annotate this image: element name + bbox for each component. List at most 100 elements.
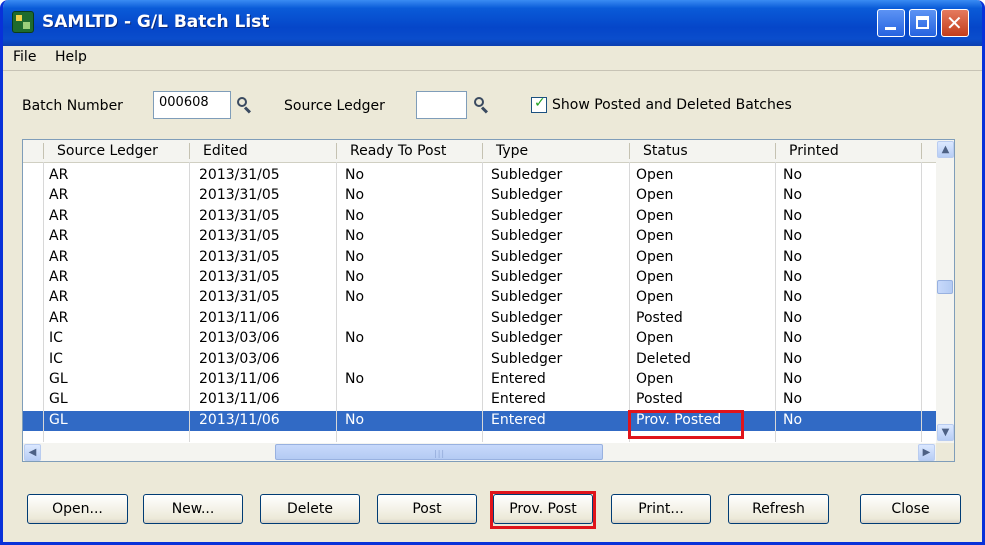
close-window-button[interactable]: ✕ xyxy=(941,9,969,37)
table-row[interactable]: AR 2013/31/05 No Subledger Open No xyxy=(23,186,936,206)
cell-status: Open xyxy=(636,289,674,306)
cell-printed: No xyxy=(783,167,803,183)
scroll-right-arrow-icon: ▶ xyxy=(922,447,931,458)
cell-ready-to-post: No xyxy=(345,411,365,428)
cell-ready-to-post: No xyxy=(345,289,365,306)
vertical-scroll-thumb[interactable] xyxy=(937,280,953,294)
cell-edited: 2013/31/05 xyxy=(199,207,280,224)
minimize-button[interactable] xyxy=(877,9,905,37)
grid-header: Source Ledger Edited Ready To Post Type … xyxy=(23,140,936,163)
cell-status: Open xyxy=(636,207,674,224)
horizontal-scroll-thumb[interactable]: ||| xyxy=(275,444,603,460)
maximize-button[interactable] xyxy=(909,9,937,37)
scroll-down-button[interactable]: ▼ xyxy=(937,424,954,441)
cell-status: Open xyxy=(636,187,674,204)
prov-post-highlight-box xyxy=(490,491,596,529)
show-posted-label[interactable]: Show Posted and Deleted Batches xyxy=(552,97,792,113)
table-row[interactable]: IC 2013/03/06 Subledger Deleted No xyxy=(23,350,936,370)
table-row[interactable]: IC 2013/03/06 No Subledger Open No xyxy=(23,329,936,349)
source-ledger-finder-icon[interactable] xyxy=(473,96,491,114)
cell-source-ledger: AR xyxy=(49,187,69,204)
cell-type: Subledger xyxy=(491,187,563,204)
cell-type: Subledger xyxy=(491,309,563,326)
column-header-type[interactable]: Type xyxy=(496,143,528,159)
close-icon: ✕ xyxy=(946,11,963,35)
table-row[interactable]: AR 2013/31/05 No Subledger Open No xyxy=(23,248,936,268)
print-button[interactable]: Print... xyxy=(611,494,711,524)
source-ledger-input[interactable] xyxy=(416,91,467,119)
cell-ready-to-post: No xyxy=(345,228,365,245)
cell-edited: 2013/11/06 xyxy=(199,411,280,428)
cell-source-ledger: IC xyxy=(49,330,63,347)
cell-ready-to-post: No xyxy=(345,167,365,183)
cell-printed: No xyxy=(783,391,803,408)
cell-ready-to-post: No xyxy=(345,207,365,224)
batch-number-input[interactable]: 000608 xyxy=(153,91,231,119)
cell-type: Entered xyxy=(491,371,546,387)
cell-edited: 2013/11/06 xyxy=(199,309,280,326)
table-row[interactable]: AR 2013/31/05 No Subledger Open No xyxy=(23,227,936,247)
cell-printed: No xyxy=(783,411,803,428)
table-row[interactable]: AR 2013/11/06 Subledger Posted No xyxy=(23,309,936,329)
cell-status: Posted xyxy=(636,391,683,408)
cell-status: Open xyxy=(636,248,674,265)
cell-edited: 2013/31/05 xyxy=(199,269,280,285)
table-row[interactable]: AR 2013/31/05 No Subledger Open No xyxy=(23,288,936,308)
cell-edited: 2013/31/05 xyxy=(199,248,280,265)
table-row[interactable]: AR 2013/31/05 No Subledger Open No xyxy=(23,268,936,288)
refresh-button[interactable]: Refresh xyxy=(728,494,829,524)
cell-status: Open xyxy=(636,371,674,387)
scroll-left-arrow-icon: ◀ xyxy=(28,447,37,458)
table-row[interactable]: GL 2013/11/06 No Entered Prov. Posted No xyxy=(23,410,936,431)
batch-number-finder-icon[interactable] xyxy=(236,96,254,114)
column-header-printed[interactable]: Printed xyxy=(789,143,839,159)
cell-edited: 2013/03/06 xyxy=(199,330,280,347)
minimize-icon xyxy=(885,27,896,30)
menu-file[interactable]: File xyxy=(13,49,36,65)
batch-number-label: Batch Number xyxy=(22,98,123,114)
delete-button[interactable]: Delete xyxy=(260,494,360,524)
post-button[interactable]: Post xyxy=(377,494,477,524)
status-highlight-box xyxy=(628,410,744,439)
new-button[interactable]: New... xyxy=(143,494,243,524)
scroll-right-button[interactable]: ▶ xyxy=(918,444,935,461)
cell-type: Entered xyxy=(491,391,546,408)
cell-type: Subledger xyxy=(491,228,563,245)
scrollbar-corner xyxy=(936,443,954,461)
menu-help[interactable]: Help xyxy=(55,49,87,65)
vertical-scrollbar[interactable]: ▲ ▼ xyxy=(936,140,954,443)
app-icon[interactable] xyxy=(12,11,34,33)
open-button[interactable]: Open... xyxy=(27,494,128,524)
table-row[interactable]: AR 2013/31/05 No Subledger Open No xyxy=(23,166,936,186)
column-header-ready-to-post[interactable]: Ready To Post xyxy=(350,143,446,159)
close-button[interactable]: Close xyxy=(860,494,961,524)
scroll-left-button[interactable]: ◀ xyxy=(24,444,41,461)
cell-type: Subledger xyxy=(491,269,563,285)
cell-printed: No xyxy=(783,207,803,224)
scroll-down-arrow-icon: ▼ xyxy=(941,427,950,438)
scroll-up-button[interactable]: ▲ xyxy=(937,141,954,158)
batch-grid[interactable]: Source Ledger Edited Ready To Post Type … xyxy=(22,139,955,462)
cell-edited: 2013/11/06 xyxy=(199,371,280,387)
column-header-edited[interactable]: Edited xyxy=(203,143,248,159)
cell-printed: No xyxy=(783,248,803,265)
cell-source-ledger: IC xyxy=(49,350,63,367)
menu-bar: File Help xyxy=(3,46,982,71)
cell-ready-to-post: No xyxy=(345,371,365,387)
table-row[interactable]: AR 2013/31/05 No Subledger Open No xyxy=(23,207,936,227)
cell-status: Open xyxy=(636,330,674,347)
title-bar[interactable]: SAMLTD - G/L Batch List ✕ xyxy=(3,0,982,46)
table-row[interactable]: GL 2013/11/06 No Entered Open No xyxy=(23,370,936,390)
table-row[interactable]: GL 2013/11/06 Entered Posted No xyxy=(23,390,936,410)
column-header-source-ledger[interactable]: Source Ledger xyxy=(57,143,158,159)
cell-edited: 2013/31/05 xyxy=(199,289,280,306)
horizontal-scrollbar[interactable]: ◀ ||| ▶ xyxy=(23,443,936,461)
cell-source-ledger: GL xyxy=(49,371,68,387)
cell-printed: No xyxy=(783,350,803,367)
column-header-status[interactable]: Status xyxy=(643,143,688,159)
cell-status: Open xyxy=(636,228,674,245)
cell-printed: No xyxy=(783,228,803,245)
show-posted-checkbox[interactable]: ✓ xyxy=(531,95,547,113)
source-ledger-label: Source Ledger xyxy=(284,98,385,114)
cell-source-ledger: GL xyxy=(49,411,68,428)
